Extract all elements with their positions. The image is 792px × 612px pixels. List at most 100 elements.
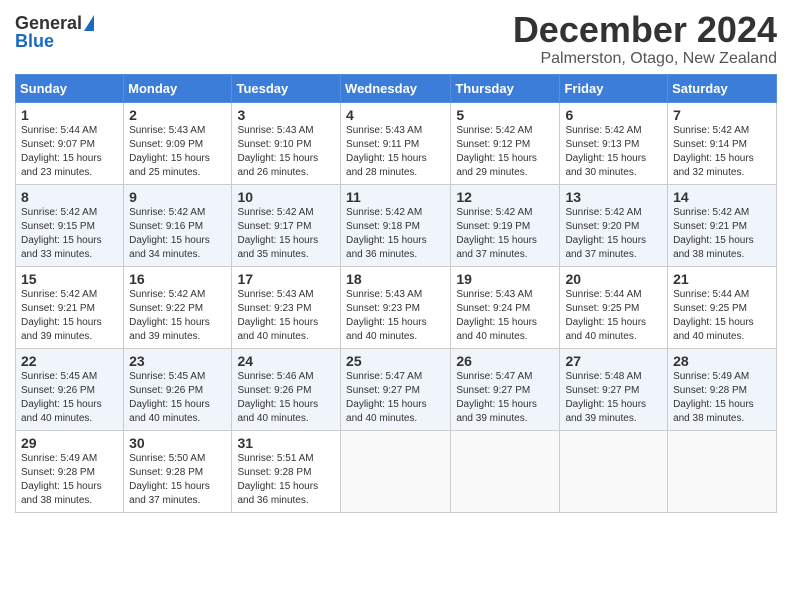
calendar-week-row: 1Sunrise: 5:44 AM Sunset: 9:07 PM Daylig… (16, 102, 777, 184)
calendar-week-row: 29Sunrise: 5:49 AM Sunset: 9:28 PM Dayli… (16, 430, 777, 512)
calendar-cell: 13Sunrise: 5:42 AM Sunset: 9:20 PM Dayli… (560, 184, 668, 266)
day-number: 27 (565, 353, 662, 369)
day-number: 6 (565, 107, 662, 123)
calendar-cell: 17Sunrise: 5:43 AM Sunset: 9:23 PM Dayli… (232, 266, 341, 348)
calendar-cell: 7Sunrise: 5:42 AM Sunset: 9:14 PM Daylig… (668, 102, 777, 184)
day-info: Sunrise: 5:45 AM Sunset: 9:26 PM Dayligh… (21, 370, 118, 426)
day-info: Sunrise: 5:47 AM Sunset: 9:27 PM Dayligh… (346, 370, 445, 426)
calendar-cell: 22Sunrise: 5:45 AM Sunset: 9:26 PM Dayli… (16, 348, 124, 430)
calendar-cell: 2Sunrise: 5:43 AM Sunset: 9:09 PM Daylig… (124, 102, 232, 184)
day-info: Sunrise: 5:42 AM Sunset: 9:19 PM Dayligh… (456, 206, 554, 262)
logo-triangle-icon (84, 15, 94, 31)
day-number: 8 (21, 189, 118, 205)
calendar-cell: 8Sunrise: 5:42 AM Sunset: 9:15 PM Daylig… (16, 184, 124, 266)
calendar-cell: 20Sunrise: 5:44 AM Sunset: 9:25 PM Dayli… (560, 266, 668, 348)
calendar-cell (341, 430, 451, 512)
day-info: Sunrise: 5:51 AM Sunset: 9:28 PM Dayligh… (237, 452, 335, 508)
calendar-week-row: 8Sunrise: 5:42 AM Sunset: 9:15 PM Daylig… (16, 184, 777, 266)
day-number: 28 (673, 353, 771, 369)
day-info: Sunrise: 5:49 AM Sunset: 9:28 PM Dayligh… (21, 452, 118, 508)
day-number: 31 (237, 435, 335, 451)
day-number: 26 (456, 353, 554, 369)
calendar-cell: 6Sunrise: 5:42 AM Sunset: 9:13 PM Daylig… (560, 102, 668, 184)
logo: General Blue (15, 14, 94, 50)
day-info: Sunrise: 5:42 AM Sunset: 9:16 PM Dayligh… (129, 206, 226, 262)
day-info: Sunrise: 5:42 AM Sunset: 9:21 PM Dayligh… (21, 288, 118, 344)
day-info: Sunrise: 5:43 AM Sunset: 9:23 PM Dayligh… (346, 288, 445, 344)
calendar-cell: 1Sunrise: 5:44 AM Sunset: 9:07 PM Daylig… (16, 102, 124, 184)
day-info: Sunrise: 5:46 AM Sunset: 9:26 PM Dayligh… (237, 370, 335, 426)
calendar-cell: 25Sunrise: 5:47 AM Sunset: 9:27 PM Dayli… (341, 348, 451, 430)
day-info: Sunrise: 5:42 AM Sunset: 9:13 PM Dayligh… (565, 124, 662, 180)
day-number: 3 (237, 107, 335, 123)
calendar-cell: 30Sunrise: 5:50 AM Sunset: 9:28 PM Dayli… (124, 430, 232, 512)
logo-blue: Blue (15, 32, 54, 50)
day-info: Sunrise: 5:43 AM Sunset: 9:09 PM Dayligh… (129, 124, 226, 180)
day-info: Sunrise: 5:43 AM Sunset: 9:11 PM Dayligh… (346, 124, 445, 180)
day-info: Sunrise: 5:44 AM Sunset: 9:07 PM Dayligh… (21, 124, 118, 180)
day-number: 20 (565, 271, 662, 287)
calendar-cell: 5Sunrise: 5:42 AM Sunset: 9:12 PM Daylig… (451, 102, 560, 184)
day-number: 14 (673, 189, 771, 205)
col-monday: Monday (124, 74, 232, 102)
calendar-cell: 3Sunrise: 5:43 AM Sunset: 9:10 PM Daylig… (232, 102, 341, 184)
col-tuesday: Tuesday (232, 74, 341, 102)
day-number: 15 (21, 271, 118, 287)
day-number: 1 (21, 107, 118, 123)
day-number: 7 (673, 107, 771, 123)
calendar-cell (668, 430, 777, 512)
day-info: Sunrise: 5:45 AM Sunset: 9:26 PM Dayligh… (129, 370, 226, 426)
day-info: Sunrise: 5:42 AM Sunset: 9:20 PM Dayligh… (565, 206, 662, 262)
day-info: Sunrise: 5:43 AM Sunset: 9:23 PM Dayligh… (237, 288, 335, 344)
day-number: 4 (346, 107, 445, 123)
day-number: 17 (237, 271, 335, 287)
calendar-cell (560, 430, 668, 512)
day-number: 16 (129, 271, 226, 287)
day-info: Sunrise: 5:48 AM Sunset: 9:27 PM Dayligh… (565, 370, 662, 426)
day-info: Sunrise: 5:44 AM Sunset: 9:25 PM Dayligh… (565, 288, 662, 344)
day-number: 9 (129, 189, 226, 205)
day-info: Sunrise: 5:43 AM Sunset: 9:10 PM Dayligh… (237, 124, 335, 180)
calendar-cell: 4Sunrise: 5:43 AM Sunset: 9:11 PM Daylig… (341, 102, 451, 184)
col-saturday: Saturday (668, 74, 777, 102)
calendar-cell: 14Sunrise: 5:42 AM Sunset: 9:21 PM Dayli… (668, 184, 777, 266)
day-number: 2 (129, 107, 226, 123)
day-number: 5 (456, 107, 554, 123)
day-info: Sunrise: 5:50 AM Sunset: 9:28 PM Dayligh… (129, 452, 226, 508)
day-info: Sunrise: 5:44 AM Sunset: 9:25 PM Dayligh… (673, 288, 771, 344)
day-info: Sunrise: 5:42 AM Sunset: 9:22 PM Dayligh… (129, 288, 226, 344)
calendar-cell: 28Sunrise: 5:49 AM Sunset: 9:28 PM Dayli… (668, 348, 777, 430)
calendar-cell: 31Sunrise: 5:51 AM Sunset: 9:28 PM Dayli… (232, 430, 341, 512)
calendar-header-row: Sunday Monday Tuesday Wednesday Thursday… (16, 74, 777, 102)
calendar-cell: 15Sunrise: 5:42 AM Sunset: 9:21 PM Dayli… (16, 266, 124, 348)
calendar-cell: 26Sunrise: 5:47 AM Sunset: 9:27 PM Dayli… (451, 348, 560, 430)
calendar-cell: 29Sunrise: 5:49 AM Sunset: 9:28 PM Dayli… (16, 430, 124, 512)
title-block: December 2024 Palmerston, Otago, New Zea… (513, 10, 777, 68)
day-number: 23 (129, 353, 226, 369)
day-info: Sunrise: 5:42 AM Sunset: 9:15 PM Dayligh… (21, 206, 118, 262)
day-number: 18 (346, 271, 445, 287)
calendar-cell: 18Sunrise: 5:43 AM Sunset: 9:23 PM Dayli… (341, 266, 451, 348)
col-sunday: Sunday (16, 74, 124, 102)
day-info: Sunrise: 5:42 AM Sunset: 9:14 PM Dayligh… (673, 124, 771, 180)
day-number: 30 (129, 435, 226, 451)
day-number: 21 (673, 271, 771, 287)
calendar-cell: 19Sunrise: 5:43 AM Sunset: 9:24 PM Dayli… (451, 266, 560, 348)
calendar-week-row: 15Sunrise: 5:42 AM Sunset: 9:21 PM Dayli… (16, 266, 777, 348)
day-info: Sunrise: 5:49 AM Sunset: 9:28 PM Dayligh… (673, 370, 771, 426)
day-info: Sunrise: 5:42 AM Sunset: 9:18 PM Dayligh… (346, 206, 445, 262)
col-wednesday: Wednesday (341, 74, 451, 102)
day-number: 11 (346, 189, 445, 205)
day-info: Sunrise: 5:42 AM Sunset: 9:21 PM Dayligh… (673, 206, 771, 262)
calendar-cell: 21Sunrise: 5:44 AM Sunset: 9:25 PM Dayli… (668, 266, 777, 348)
calendar-cell (451, 430, 560, 512)
calendar-cell: 12Sunrise: 5:42 AM Sunset: 9:19 PM Dayli… (451, 184, 560, 266)
day-number: 13 (565, 189, 662, 205)
calendar-cell: 16Sunrise: 5:42 AM Sunset: 9:22 PM Dayli… (124, 266, 232, 348)
page-title: December 2024 (513, 10, 777, 50)
calendar-cell: 9Sunrise: 5:42 AM Sunset: 9:16 PM Daylig… (124, 184, 232, 266)
page-header: General Blue December 2024 Palmerston, O… (15, 10, 777, 68)
page-subtitle: Palmerston, Otago, New Zealand (513, 50, 777, 68)
calendar-table: Sunday Monday Tuesday Wednesday Thursday… (15, 74, 777, 513)
day-number: 10 (237, 189, 335, 205)
